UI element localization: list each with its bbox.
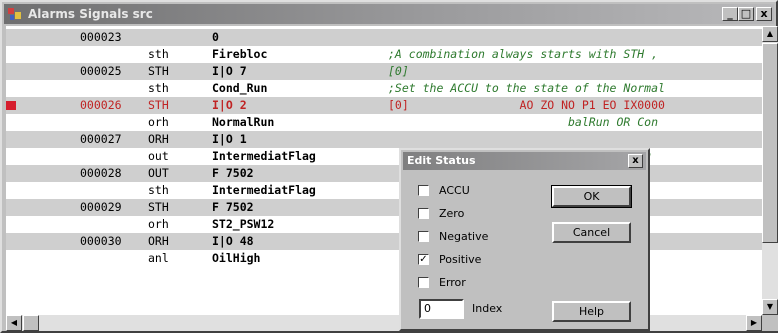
- listing-row[interactable]: sth Cond_Run ;Set the ACCU to the state of…: [6, 80, 762, 97]
- operand-cell: Firebloc: [212, 47, 268, 61]
- instruction-cell: STH: [148, 64, 169, 78]
- edit-status-dialog: Edit Status x ACCU Zero Negative ✓ Posit…: [399, 148, 650, 331]
- listing-row[interactable]: 000023 0: [6, 29, 762, 46]
- instruction-cell: sth: [148, 183, 169, 197]
- instruction-cell: OUT: [148, 166, 169, 180]
- line-number-cell: 000028: [80, 166, 122, 180]
- scroll-right-button[interactable]: ▶: [746, 315, 762, 331]
- close-button[interactable]: x: [756, 7, 772, 21]
- app-icon: [8, 8, 21, 20]
- line-number-cell: 000027: [80, 132, 122, 146]
- checkbox-box-checked[interactable]: ✓: [418, 254, 429, 265]
- instruction-cell: anl: [148, 251, 169, 265]
- operand-cell: OilHigh: [212, 251, 261, 265]
- comment-cell: [0] AO ZO NO P1 EO IX0000: [388, 98, 665, 112]
- comment-cell: ;A combination always starts with STH ,: [388, 47, 659, 61]
- index-input[interactable]: 0: [419, 299, 464, 319]
- comment-cell: balRun OR Con: [388, 115, 659, 129]
- comment-cell: ;Set the ACCU to the state of the Normal: [388, 81, 665, 95]
- window-title: Alarms Signals src: [28, 7, 153, 21]
- listing-row[interactable]: sth Firebloc ;A combination always starts …: [6, 46, 762, 63]
- checkbox-label: Zero: [439, 207, 465, 220]
- instruction-cell: orh: [148, 217, 169, 231]
- cancel-button[interactable]: Cancel: [552, 222, 631, 243]
- maximize-button[interactable]: □: [738, 7, 754, 21]
- scroll-down-button[interactable]: ▼: [762, 299, 778, 315]
- operand-cell: IntermediatFlag: [212, 149, 316, 163]
- checkbox-label: Positive: [439, 253, 482, 266]
- help-button[interactable]: Help: [552, 301, 631, 322]
- checkbox-label: ACCU: [439, 184, 470, 197]
- dialog-title-bar[interactable]: Edit Status x: [403, 152, 646, 170]
- instruction-cell: STH: [148, 98, 169, 112]
- minimize-button[interactable]: _: [722, 7, 738, 21]
- operand-cell: I|O 1: [212, 132, 247, 146]
- instruction-cell: orh: [148, 115, 169, 129]
- line-number-cell: 000026: [80, 98, 122, 112]
- checkbox-label: Error: [439, 276, 466, 289]
- scroll-left-button[interactable]: ◀: [6, 315, 22, 331]
- size-grip[interactable]: [762, 315, 778, 331]
- line-number-cell: 000029: [80, 200, 122, 214]
- instruction-cell: sth: [148, 47, 169, 61]
- title-bar[interactable]: Alarms Signals src _ □ x: [4, 4, 774, 24]
- listing-row[interactable]: orh NormalRun balRun OR Con: [6, 114, 762, 131]
- operand-cell: Cond_Run: [212, 81, 268, 95]
- vertical-scrollbar[interactable]: ▲ ▼: [762, 26, 778, 315]
- line-number-cell: 000023: [80, 30, 122, 44]
- vertical-scroll-thumb[interactable]: [762, 43, 778, 243]
- checkbox-label: Negative: [439, 230, 489, 243]
- comment-cell: [0]: [388, 64, 409, 78]
- ok-button[interactable]: OK: [551, 185, 632, 208]
- horizontal-scroll-thumb[interactable]: [23, 315, 39, 331]
- operand-cell: ST2_PSW12: [212, 217, 275, 231]
- line-number-cell: 000030: [80, 234, 122, 248]
- operand-cell: 0: [212, 30, 219, 44]
- operand-cell: F 7502: [212, 200, 254, 214]
- operand-cell: I|O 48: [212, 234, 254, 248]
- breakpoint-marker-icon[interactable]: [6, 101, 16, 110]
- checkbox-box[interactable]: [418, 231, 429, 242]
- instruction-cell: ORH: [148, 132, 169, 146]
- checkbox-box[interactable]: [418, 208, 429, 219]
- instruction-cell: STH: [148, 200, 169, 214]
- dialog-close-button[interactable]: x: [628, 154, 643, 168]
- checkbox-box[interactable]: [418, 185, 429, 196]
- operand-cell: NormalRun: [212, 115, 275, 129]
- listing-row[interactable]: 000026 STH I|O 2 [0] AO ZO NO P1 EO IX0000: [6, 97, 762, 114]
- dialog-title: Edit Status: [407, 154, 476, 167]
- instruction-cell: sth: [148, 81, 169, 95]
- alarms-signals-window: Alarms Signals src _ □ x 000023 0 sth Fireb…: [0, 0, 778, 333]
- index-label: Index: [472, 302, 503, 315]
- operand-cell: IntermediatFlag: [212, 183, 316, 197]
- listing-row[interactable]: 000027 ORH I|O 1: [6, 131, 762, 148]
- instruction-cell: out: [148, 149, 169, 163]
- checkbox-box[interactable]: [418, 277, 429, 288]
- line-number-cell: 000025: [80, 64, 122, 78]
- operand-cell: I|O 2: [212, 98, 247, 112]
- operand-cell: I|O 7: [212, 64, 247, 78]
- operand-cell: F 7502: [212, 166, 254, 180]
- instruction-cell: ORH: [148, 234, 169, 248]
- listing-row[interactable]: 000025 STH I|O 7 [0]: [6, 63, 762, 80]
- scroll-up-button[interactable]: ▲: [762, 26, 778, 42]
